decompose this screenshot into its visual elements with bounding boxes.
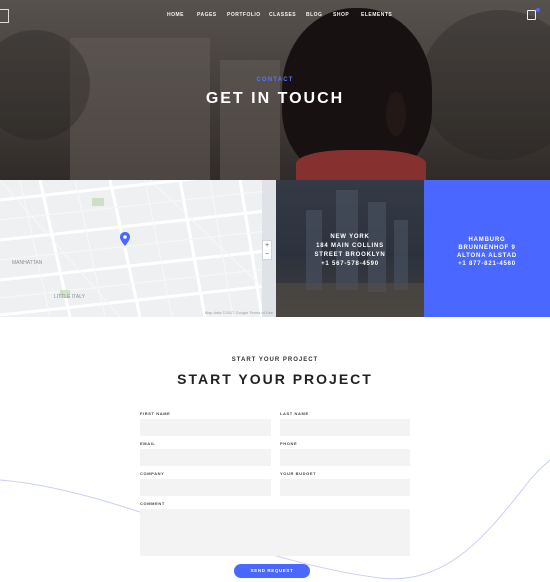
main-nav: HOME PAGES PORTFOLIO CLASSES BLOG SHOP E… — [0, 8, 550, 23]
budget-label: YOUR BUDGET — [280, 471, 317, 476]
first-name-label: FIRST NAME — [140, 411, 171, 416]
nav-item-portfolio[interactable]: PORTFOLIO — [227, 12, 261, 18]
cart-count-badge — [536, 8, 540, 12]
page-title: GET IN TOUCH — [205, 90, 345, 107]
nav-item-shop[interactable]: SHOP — [333, 12, 349, 18]
nav-item-blog[interactable]: BLOG — [306, 12, 322, 18]
budget-field[interactable] — [280, 479, 410, 496]
send-request-button[interactable]: SEND REQUEST — [234, 564, 310, 578]
office-card-new-york: NEW YORK 184 MAIN COLLINS STREET BROOKLY… — [276, 180, 424, 317]
comment-field[interactable] — [140, 509, 410, 556]
map-zoom-control: + − — [262, 240, 272, 260]
phone-label: PHONE — [280, 441, 298, 446]
menu-icon[interactable] — [0, 9, 9, 23]
nav-item-classes[interactable]: CLASSES — [269, 12, 296, 18]
last-name-field[interactable] — [280, 419, 410, 436]
form-eyebrow: START YOUR PROJECT — [231, 357, 319, 363]
first-name-field[interactable] — [140, 419, 271, 436]
nav-item-elements[interactable]: ELEMENTS — [361, 12, 392, 18]
email-label: EMAIL — [140, 441, 156, 446]
office-phone: +1 877-821-4560 — [458, 261, 516, 267]
last-name-label: LAST NAME — [280, 411, 309, 416]
map-label: LITTLE ITALY — [54, 294, 85, 300]
map-credit[interactable]: Map data ©2017 Google Terms of Use — [205, 310, 273, 315]
office-card-hamburg: HAMBURG BRUNNENHOF 9 ALTONA ALSTAD +1 87… — [424, 180, 550, 317]
email-field[interactable] — [140, 449, 271, 466]
company-label: COMPANY — [140, 471, 165, 476]
hero-eyebrow: CONTACT — [256, 77, 294, 83]
comment-label: COMMENT — [140, 501, 165, 506]
office-address-line: STREET BROOKLYN — [314, 252, 386, 258]
company-field[interactable] — [140, 479, 271, 496]
office-phone: +1 567-578-4590 — [321, 261, 379, 267]
map-pin-icon[interactable] — [120, 232, 130, 246]
phone-field[interactable] — [280, 449, 410, 466]
zoom-out-icon[interactable]: − — [263, 250, 271, 259]
shopping-bag-icon[interactable] — [527, 10, 536, 20]
zoom-in-icon[interactable]: + — [263, 241, 271, 250]
nav-item-home[interactable]: HOME — [167, 12, 184, 18]
map-label: MANHATTAN — [12, 260, 43, 266]
nav-item-pages[interactable]: PAGES — [197, 12, 217, 18]
office-city: NEW YORK — [330, 234, 370, 240]
form-title: START YOUR PROJECT — [177, 371, 373, 387]
location-map[interactable]: MANHATTAN LITTLE ITALY + − Map data ©201… — [0, 180, 276, 317]
map-streets — [0, 180, 276, 317]
office-address-line: 184 MAIN COLLINS — [316, 243, 384, 249]
